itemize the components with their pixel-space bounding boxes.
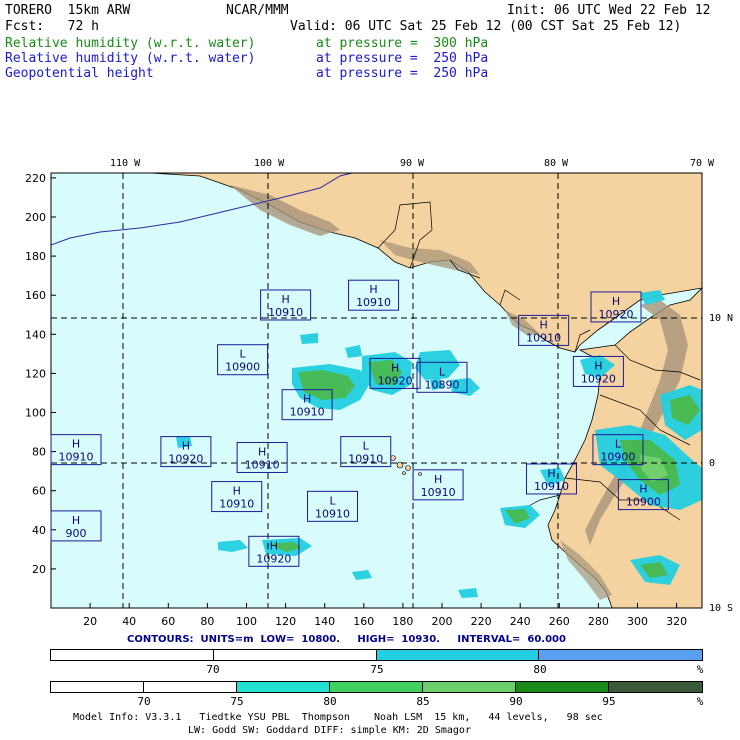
colorbar-300hpa-bin-4 (422, 682, 516, 692)
y-tick-label: 200 (25, 211, 46, 224)
center-type: H (258, 445, 266, 458)
y-tick-label: 120 (25, 367, 46, 380)
center-type: H (233, 485, 241, 498)
y-tick-label: 140 (25, 328, 46, 341)
center-type: H (72, 514, 80, 527)
center-value: 10910 (245, 458, 280, 471)
y-tick-label: 100 (25, 407, 46, 420)
colorbar-300hpa-label-90: 90 (509, 695, 523, 708)
x-tick-label: 80 (200, 615, 214, 628)
center-value: 10920 (581, 372, 616, 385)
center-type: L (363, 440, 370, 453)
center-type: H (434, 473, 442, 486)
center-value: 10920 (378, 374, 413, 387)
model-info-line1: Model Info: V3.3.1 Tiedtke YSU PBL Thomp… (73, 712, 603, 723)
center-value: 10920 (598, 308, 633, 321)
x-tick-label: 140 (314, 615, 335, 628)
y-tick-label: 40 (32, 524, 46, 537)
center-type: L (615, 438, 622, 451)
center-value: 10910 (534, 480, 569, 493)
center-value: 10910 (59, 451, 94, 464)
x-tick-label: 280 (588, 615, 609, 628)
y-tick-label: 160 (25, 289, 46, 302)
center-type: L (329, 494, 336, 507)
colorbar-300hpa-label-95: 95 (602, 695, 616, 708)
model-info-line2: LW: Godd SW: Goddard DIFF: simple KM: 2D… (188, 725, 471, 736)
center-type: H (369, 283, 377, 296)
colorbar-300hpa (50, 681, 703, 693)
x-tick-label: 60 (161, 615, 175, 628)
center-type: H (281, 293, 289, 306)
x-tick-label: 200 (432, 615, 453, 628)
x-tick-label: 160 (353, 615, 374, 628)
colorbar-250hpa-label-75: 75 (370, 663, 384, 676)
y-tick-label: 220 (25, 172, 46, 185)
colorbar-300hpa-bin-1 (143, 682, 237, 692)
center-type: H (270, 539, 278, 552)
x-tick-label: 320 (666, 615, 687, 628)
x-tick-label: 220 (471, 615, 492, 628)
center-value: 900 (66, 527, 87, 540)
colorbar-300hpa-bin-0 (51, 682, 144, 692)
colorbar-250hpa (50, 649, 703, 661)
center-value: 10910 (268, 306, 303, 319)
x-tick-label: 260 (549, 615, 570, 628)
center-type: H (612, 295, 620, 308)
x-tick-label: 40 (122, 615, 136, 628)
colorbar-250hpa-label-80: 80 (533, 663, 547, 676)
x-tick-label: 300 (627, 615, 648, 628)
colorbar-300hpa-bin-6 (608, 682, 702, 692)
center-value: 10910 (356, 296, 391, 309)
center-value: 10910 (348, 453, 383, 466)
x-tick-label: 240 (510, 615, 531, 628)
center-value: 10900 (626, 496, 661, 509)
center-value: 10910 (315, 507, 350, 520)
y-tick-label: 20 (32, 563, 46, 576)
colorbar-300hpa-label-85: 85 (416, 695, 430, 708)
colorbar-250hpa-label-pct: % (696, 663, 704, 676)
y-tick-label: 180 (25, 250, 46, 263)
center-value: 10910 (290, 406, 325, 419)
colorbar-300hpa-bin-3 (329, 682, 423, 692)
center-value: 10910 (219, 498, 254, 511)
colorbar-300hpa-bin-2 (236, 682, 330, 692)
center-type: H (303, 393, 311, 406)
center-type: H (391, 361, 399, 374)
colorbar-250hpa-bin-2 (376, 650, 540, 660)
center-type: H (594, 359, 602, 372)
center-value: 10890 (425, 378, 460, 391)
center-type: H (540, 318, 548, 331)
center-type: L (240, 348, 247, 361)
colorbar-300hpa-label-75: 75 (230, 695, 244, 708)
center-value: 10920 (168, 453, 203, 466)
center-type: H (547, 467, 555, 480)
contours-info: CONTOURS: UNITS=m LOW= 10800. HIGH= 1093… (127, 634, 566, 645)
colorbar-250hpa-bin-1 (213, 650, 377, 660)
x-tick-label: 20 (83, 615, 97, 628)
x-tick-label: 120 (275, 615, 296, 628)
colorbar-250hpa-bin-3 (539, 650, 702, 660)
colorbar-300hpa-label-pct: % (696, 695, 704, 708)
colorbar-300hpa-bin-5 (515, 682, 609, 692)
center-type: L (439, 365, 446, 378)
center-type: H (72, 438, 80, 451)
y-tick-label: 60 (32, 485, 46, 498)
x-tick-label: 180 (392, 615, 413, 628)
colorbar-300hpa-label-80: 80 (323, 695, 337, 708)
center-value: 10910 (421, 486, 456, 499)
colorbar-250hpa-bin-0 (51, 650, 214, 660)
center-value: 10910 (526, 331, 561, 344)
map-plot: 220 200 180 160 140 120 100 80 60 40 20 20 40 60 80 10… (25, 172, 703, 628)
center-value: 10920 (256, 552, 291, 565)
center-value: 10900 (600, 451, 635, 464)
colorbar-300hpa-label-70: 70 (137, 695, 151, 708)
colorbar-250hpa-label-70: 70 (206, 663, 220, 676)
center-type: H (639, 483, 647, 496)
x-tick-label: 100 (236, 615, 257, 628)
y-tick-label: 80 (32, 446, 46, 459)
center-value: 10900 (225, 361, 260, 374)
center-type: H (182, 440, 190, 453)
